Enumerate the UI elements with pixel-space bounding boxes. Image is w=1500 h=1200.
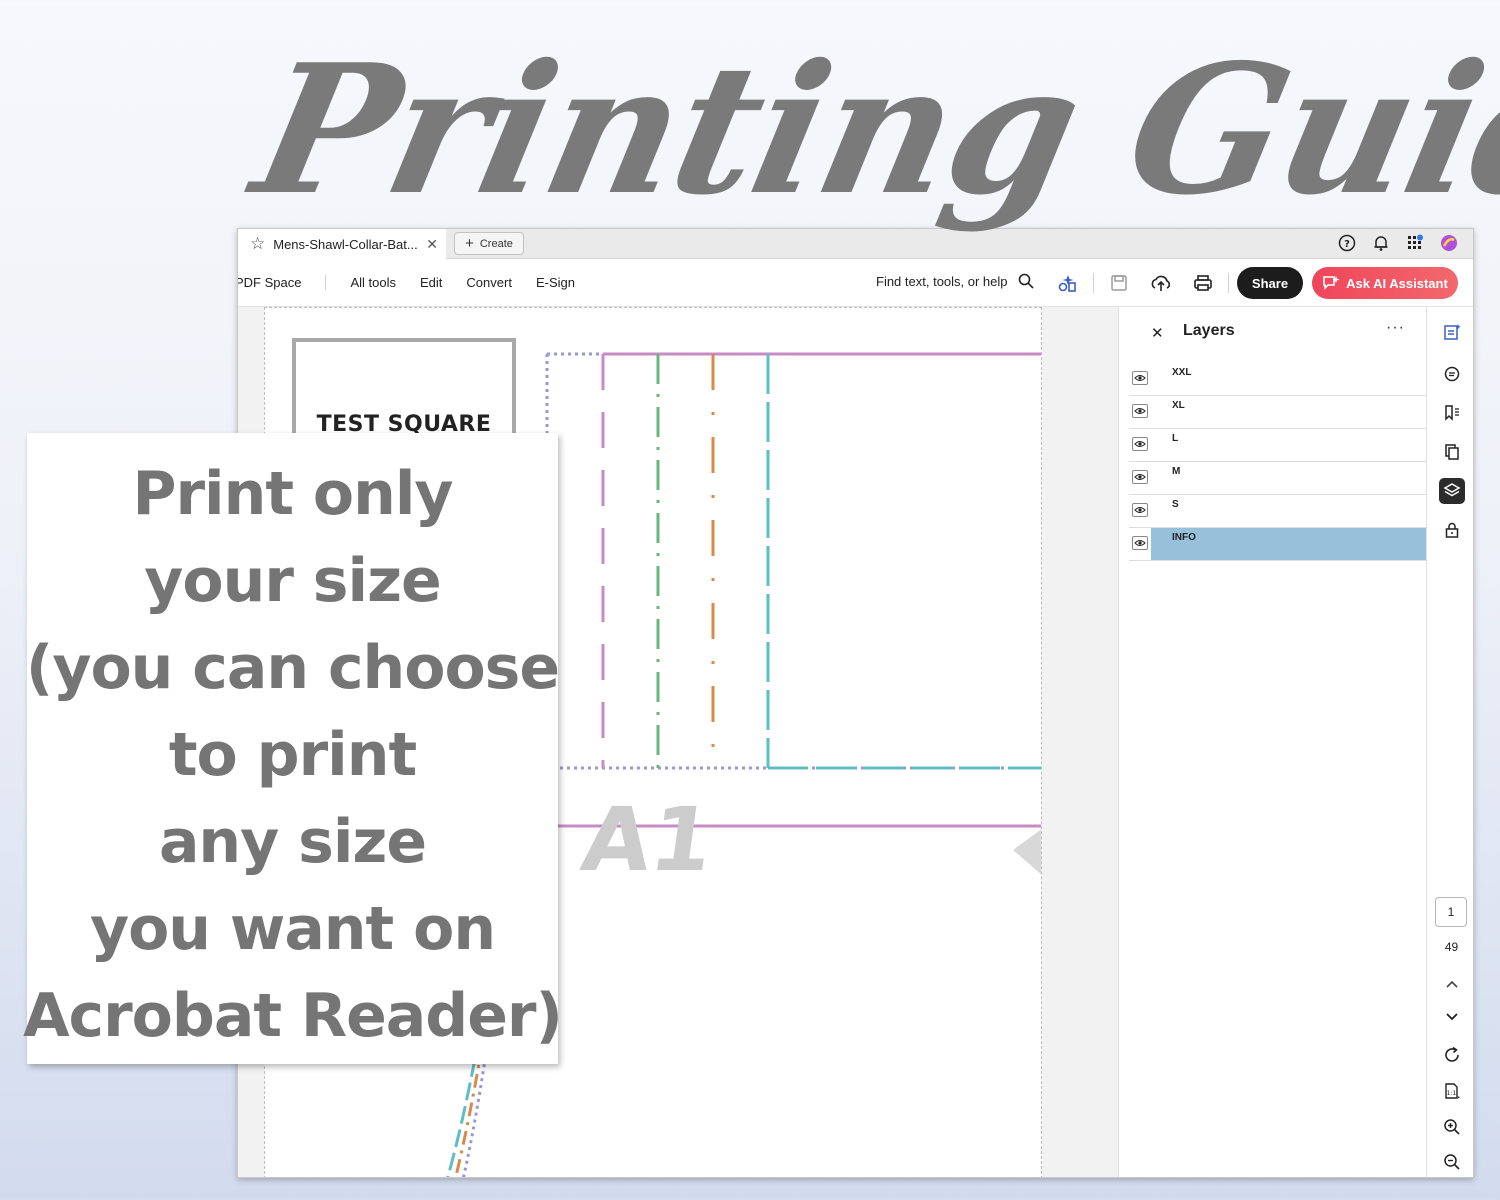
pages-icon[interactable] xyxy=(1439,439,1465,465)
profile-avatar-icon[interactable] xyxy=(1439,233,1459,253)
callout-line: you want on xyxy=(89,894,496,964)
zoom-in-icon[interactable] xyxy=(1439,1114,1465,1140)
callout-line: (you can choose xyxy=(25,633,560,703)
ai-assistant-icon xyxy=(1323,276,1340,290)
chevron-up-icon[interactable] xyxy=(1439,971,1465,997)
total-pages: 49 xyxy=(1444,940,1459,954)
layers-header: ✕ Layers ··· xyxy=(1119,307,1426,359)
zoom-out-icon[interactable] xyxy=(1439,1149,1465,1175)
pattern-piece-label: A1 xyxy=(575,788,720,891)
eye-icon[interactable] xyxy=(1132,536,1148,550)
rotate-icon[interactable] xyxy=(1439,1042,1465,1068)
layer-name: S xyxy=(1172,499,1179,510)
layer-row-m[interactable]: M xyxy=(1129,462,1426,495)
callout-line: any size xyxy=(158,807,427,877)
eye-icon[interactable] xyxy=(1132,404,1148,418)
close-panel-icon[interactable]: ✕ xyxy=(1151,324,1164,342)
layer-name: XXL xyxy=(1172,367,1192,378)
layers-title: Layers xyxy=(1183,322,1235,339)
eye-icon[interactable] xyxy=(1132,503,1148,517)
page-heading: Printing Guide xyxy=(239,25,1500,234)
layer-row-xxl[interactable]: XXL xyxy=(1129,363,1426,396)
apps-grid-icon[interactable] xyxy=(1405,233,1425,253)
layer-row-s[interactable]: S xyxy=(1129,495,1426,528)
callout-line: your size xyxy=(144,546,441,616)
comment-icon[interactable] xyxy=(1439,361,1465,387)
layer-name: L xyxy=(1172,433,1179,444)
eye-icon[interactable] xyxy=(1132,371,1148,385)
chevron-down-icon[interactable] xyxy=(1439,1004,1465,1030)
lock-icon[interactable] xyxy=(1439,517,1465,543)
svg-text:1:1: 1:1 xyxy=(1447,1090,1457,1097)
layer-name: XL xyxy=(1172,400,1185,411)
layer-row-xl[interactable]: XL xyxy=(1129,396,1426,429)
help-icon[interactable]: ? xyxy=(1337,233,1357,253)
ai-assistant-button[interactable]: Ask AI Assistant xyxy=(1312,267,1458,299)
instruction-callout: Print only your size (you can choose to … xyxy=(23,433,563,1064)
eye-icon[interactable] xyxy=(1132,437,1148,451)
callout-line: Acrobat Reader) xyxy=(23,981,563,1051)
right-rail: 1 49 1:1 xyxy=(1426,307,1473,1177)
current-page-input[interactable]: 1 xyxy=(1435,897,1467,927)
eye-icon[interactable] xyxy=(1132,470,1148,484)
layer-row-info[interactable]: INFO xyxy=(1129,528,1426,561)
ai-assistant-label: Ask AI Assistant xyxy=(1346,275,1448,291)
layer-list: XXL XL L M S INFO xyxy=(1129,363,1426,561)
layers-panel: ✕ Layers ··· XXL XL L M S INFO xyxy=(1118,307,1426,1177)
svg-text:?: ? xyxy=(1344,239,1350,250)
tab-bar-icons: ? xyxy=(1337,233,1459,253)
layer-name: INFO xyxy=(1172,532,1196,543)
layers-icon[interactable] xyxy=(1439,478,1465,504)
callout-line: Print only xyxy=(132,459,453,529)
more-options-icon[interactable]: ··· xyxy=(1386,319,1405,337)
bell-icon[interactable] xyxy=(1371,233,1391,253)
layer-row-l[interactable]: L xyxy=(1129,429,1426,462)
actual-size-icon[interactable]: 1:1 xyxy=(1439,1078,1465,1104)
ai-summary-icon[interactable] xyxy=(1439,319,1465,345)
layer-name: M xyxy=(1172,466,1181,477)
callout-line: to print xyxy=(168,720,417,790)
bookmark-icon[interactable] xyxy=(1439,400,1465,426)
